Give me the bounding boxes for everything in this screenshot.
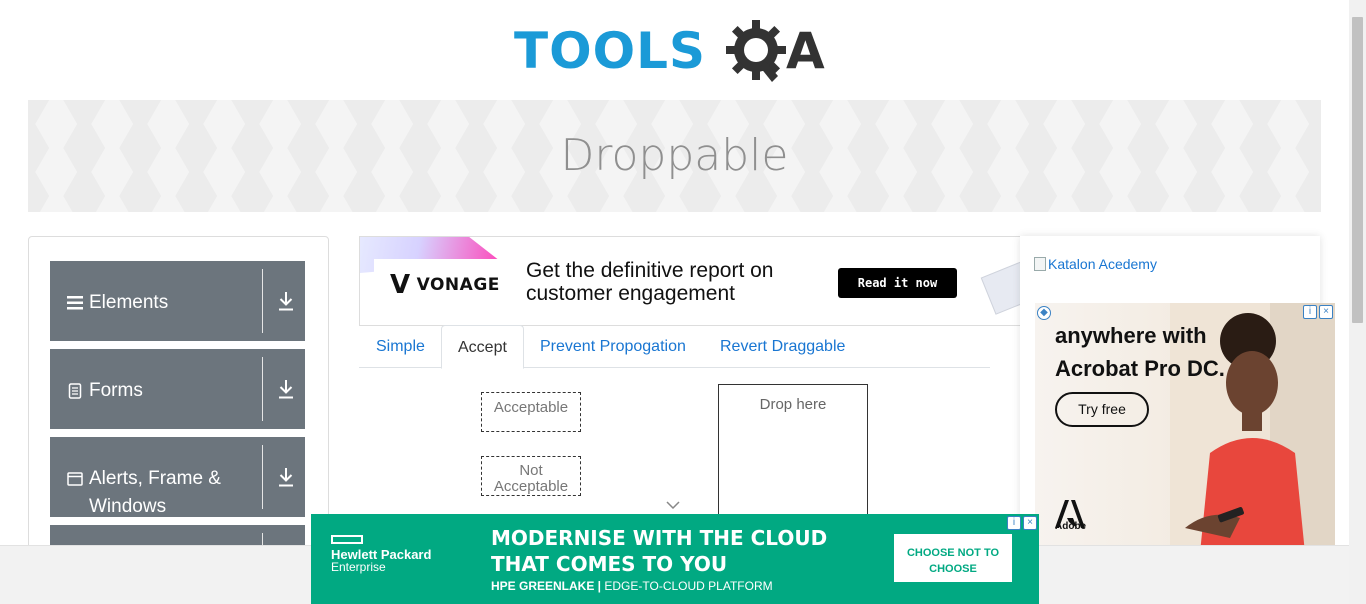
adchoices-icon[interactable]: i <box>1007 516 1021 530</box>
document-icon <box>68 383 82 399</box>
logo-suffix: A <box>786 22 825 80</box>
sidebar-group-forms[interactable]: Forms <box>50 349 305 429</box>
katalon-ad-link[interactable]: Katalon Acedemy <box>1034 256 1157 272</box>
tab-revert-draggable[interactable]: Revert Draggable <box>704 325 861 368</box>
divider <box>262 445 263 509</box>
shield-icon[interactable]: ◆ <box>1037 306 1051 320</box>
choose-not-to-choose-button[interactable]: CHOOSE NOT TO CHOOSE <box>894 534 1012 582</box>
sidebar-group-alerts[interactable]: Alerts, Frame & Windows <box>50 437 305 517</box>
divider <box>262 357 263 421</box>
tab-accept[interactable]: Accept <box>441 325 524 369</box>
read-it-now-button[interactable]: Read it now <box>838 268 957 298</box>
page-title: Droppable <box>560 130 789 181</box>
hpe-tagline: HPE GREENLAKE | EDGE-TO-CLOUD PLATFORM <box>491 579 773 593</box>
tab-prevent-propogation[interactable]: Prevent Propogation <box>524 325 702 368</box>
sidebar: Elements Forms Alerts, Frame & Windows <box>28 236 329 566</box>
chevron-down-icon <box>666 501 680 510</box>
download-arrow-icon[interactable] <box>278 379 294 399</box>
divider <box>262 269 263 333</box>
download-arrow-icon[interactable] <box>278 291 294 311</box>
drop-target[interactable]: Drop here <box>718 384 868 524</box>
not-acceptable-draggable[interactable]: Not Acceptable <box>481 456 581 496</box>
adobe-ad[interactable]: anywhere with Acrobat Pro DC. Try free A… <box>1035 303 1335 553</box>
toolsqa-logo[interactable]: TOOLS A <box>514 14 839 92</box>
sidebar-group-label: Elements <box>89 292 169 313</box>
adchoices-icon[interactable]: i <box>1303 305 1317 319</box>
gear-magnifier-icon <box>726 20 786 82</box>
vonage-ad[interactable]: V VONAGE Get the definitive report on cus… <box>359 236 1020 326</box>
close-ad-icon[interactable]: × <box>1319 305 1333 319</box>
sidebar-group-elements[interactable]: Elements <box>50 261 305 341</box>
adobe-headline: anywhere with Acrobat Pro DC. <box>1055 323 1225 381</box>
hpe-headline: MODERNISE WITH THE CLOUD THAT COMES TO Y… <box>491 526 828 576</box>
hamburger-icon <box>67 296 83 310</box>
adobe-wordmark: Adobe <box>1055 521 1087 532</box>
window-icon <box>67 472 83 486</box>
broken-image-icon <box>1034 257 1046 271</box>
tab-simple[interactable]: Simple <box>360 325 441 368</box>
hpe-logo-icon <box>331 535 363 544</box>
try-free-button[interactable]: Try free <box>1055 392 1149 427</box>
sidebar-group-label: Alerts, Frame & Windows <box>89 468 221 517</box>
sidebar-group-label: Forms <box>89 380 143 401</box>
hpe-company-sub: Enterprise <box>331 560 386 574</box>
page-scrollbar[interactable] <box>1349 0 1366 604</box>
close-ad-icon[interactable]: × <box>1023 516 1037 530</box>
droppable-tabs: Simple Accept Prevent Propogation Revert… <box>359 325 990 369</box>
logo-text: TOOLS <box>514 22 706 80</box>
ad-headline: Get the definitive report on customer en… <box>526 259 774 305</box>
report-image <box>980 255 1020 315</box>
page-banner: Droppable <box>28 100 1321 212</box>
acceptable-draggable[interactable]: Acceptable <box>481 392 581 432</box>
page: TOOLS A Droppable Elements Forms Alerts,… <box>0 0 1366 604</box>
hpe-ad[interactable]: Hewlett Packard Enterprise MODERNISE WIT… <box>311 514 1039 604</box>
vonage-logo: V VONAGE <box>390 270 500 300</box>
download-arrow-icon[interactable] <box>278 467 294 487</box>
scrollbar-thumb[interactable] <box>1352 17 1363 323</box>
